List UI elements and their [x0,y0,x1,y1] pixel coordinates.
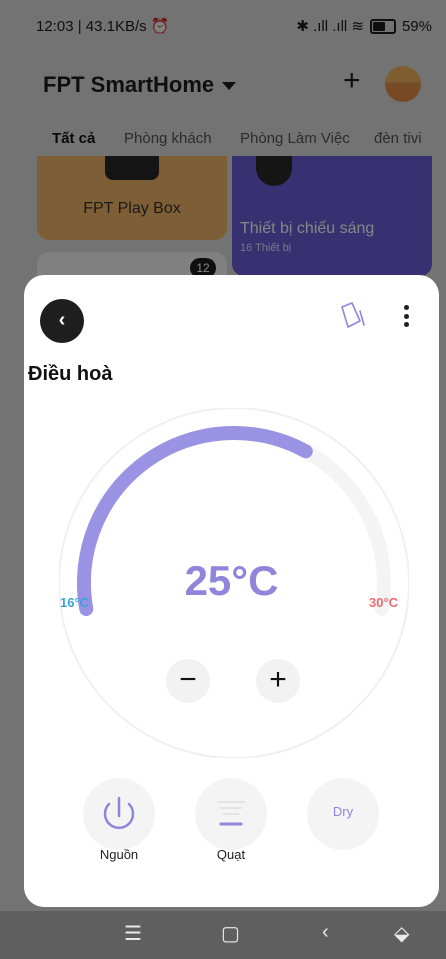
decrease-temp-button[interactable]: − [166,659,210,703]
back-icon[interactable]: ‹ [322,921,329,944]
min-temperature-label: 16°C [60,595,90,610]
power-label: Nguồn [99,847,139,862]
more-options-icon[interactable] [398,301,414,331]
device-title: Điều hoà [28,363,113,385]
power-icon [103,796,135,830]
menu-icon[interactable]: ☰ [124,921,142,946]
fan-label: Quạt [216,847,246,862]
increase-temp-button[interactable]: + [256,659,300,703]
max-temperature-label: 30°C [369,595,399,610]
dry-label: Dry [332,804,354,819]
dry-mode-button[interactable]: Dry [307,778,379,850]
system-nav-bar: ☰ ▢ ‹ ⬙ [0,911,446,959]
device-control-sheet: ‹ Điều hoà 25°C 16°C 30°C − + Nguồn Quạt… [24,275,439,907]
back-button[interactable]: ‹ [40,299,84,343]
tag-icon[interactable] [334,299,368,333]
home-icon[interactable]: ▢ [221,921,240,946]
assist-icon[interactable]: ⬙ [394,921,409,946]
screen: 12:03 | 43.1KB/s ⏰ ✱ .ıll .ıll ≋ 59% FPT… [0,0,446,959]
fan-button[interactable] [195,778,267,850]
power-button[interactable] [83,778,155,850]
fan-icon [217,801,245,826]
